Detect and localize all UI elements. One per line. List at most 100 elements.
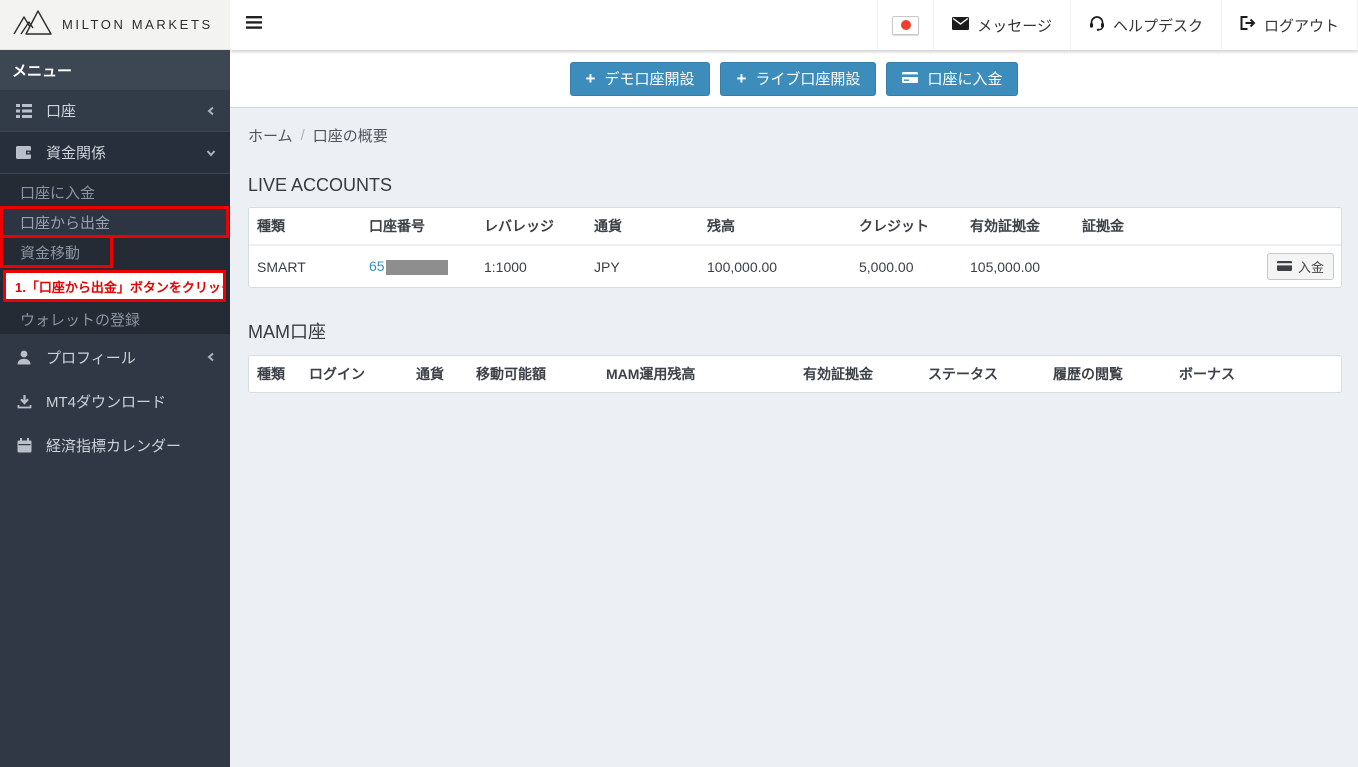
column-header: 通貨 bbox=[408, 356, 468, 392]
messages-menu[interactable]: メッセージ bbox=[933, 0, 1070, 50]
column-header-actions bbox=[1189, 208, 1341, 245]
column-header: 通貨 bbox=[586, 208, 699, 245]
language-selector[interactable] bbox=[877, 0, 933, 50]
plus-icon: + bbox=[586, 70, 596, 87]
sidebar-item-label: プロフィール bbox=[46, 347, 193, 368]
submenu-item-wallet-registration[interactable]: ウォレットの登録 bbox=[0, 304, 230, 334]
account-number-link[interactable]: 65 bbox=[369, 258, 385, 274]
column-header: 移動可能額 bbox=[468, 356, 598, 392]
cell-leverage: 1:1000 bbox=[476, 245, 586, 287]
cell-account-type: SMART bbox=[249, 245, 361, 287]
chevron-left-icon bbox=[206, 352, 216, 362]
user-icon bbox=[15, 350, 33, 365]
deposit-to-account-button[interactable]: 口座に入金 bbox=[886, 62, 1018, 96]
sidebar-menu-title: メニュー bbox=[0, 50, 230, 90]
column-header: 有効証拠金 bbox=[962, 208, 1074, 245]
submenu-item-transfer[interactable]: 資金移動 bbox=[0, 237, 230, 267]
sidebar-item-funds[interactable]: 資金関係 bbox=[0, 132, 230, 174]
column-header: レバレッジ bbox=[476, 208, 586, 245]
button-label: ライブ口座開設 bbox=[755, 68, 860, 89]
cell-currency: JPY bbox=[586, 245, 699, 287]
brand-logo[interactable]: MILTON MARKETS bbox=[0, 0, 230, 50]
button-label: デモ口座開設 bbox=[604, 68, 694, 89]
column-header: 有効証拠金 bbox=[795, 356, 920, 392]
instruction-annotation: 1.「口座から出金」ボタンをクリック bbox=[3, 270, 226, 302]
cell-actions: 入金 bbox=[1189, 245, 1341, 287]
open-demo-account-button[interactable]: + デモ口座開設 bbox=[570, 62, 711, 96]
sidebar: MILTON MARKETS メニュー 口座 資金関係 bbox=[0, 0, 230, 767]
sidebar-item-label: 口座 bbox=[46, 100, 193, 121]
chevron-left-icon bbox=[206, 106, 216, 116]
redaction-block bbox=[386, 260, 448, 275]
sidebar-item-label: MT4ダウンロード bbox=[46, 391, 216, 412]
mountains-logo-icon bbox=[13, 9, 53, 40]
chevron-down-icon bbox=[206, 148, 216, 158]
messages-label: メッセージ bbox=[977, 15, 1052, 36]
logout-label: ログアウト bbox=[1264, 15, 1339, 36]
sidebar-item-accounts[interactable]: 口座 bbox=[0, 90, 230, 132]
column-header: ステータス bbox=[920, 356, 1045, 392]
mam-accounts-panel: 種類 ログイン 通貨 移動可能額 MAM運用残高 有効証拠金 ステータス 履歴の… bbox=[248, 355, 1342, 393]
column-header: 履歴の閲覧 bbox=[1045, 356, 1171, 392]
column-header: 口座番号 bbox=[361, 208, 476, 245]
sidebar-item-label: 経済指標カレンダー bbox=[46, 435, 216, 456]
column-header: 残高 bbox=[699, 208, 851, 245]
column-header: 種類 bbox=[249, 356, 301, 392]
credit-card-icon bbox=[1277, 259, 1292, 274]
button-label: 口座に入金 bbox=[927, 68, 1002, 89]
wallet-icon bbox=[15, 146, 33, 159]
logout-menu[interactable]: ログアウト bbox=[1221, 0, 1358, 50]
cell-equity: 105,000.00 bbox=[962, 245, 1074, 287]
cell-balance: 100,000.00 bbox=[699, 245, 851, 287]
sidebar-item-economic-calendar[interactable]: 経済指標カレンダー bbox=[0, 423, 230, 467]
column-header: ログイン bbox=[301, 356, 408, 392]
cell-account-number: 65 bbox=[361, 245, 476, 287]
live-accounts-table: 種類 口座番号 レバレッジ 通貨 残高 クレジット 有効証拠金 証拠金 SMAR… bbox=[249, 208, 1341, 287]
content-area: ホーム / 口座の概要 LIVE ACCOUNTS 種類 口座番号 レバレッジ … bbox=[230, 108, 1358, 393]
helpdesk-label: ヘルプデスク bbox=[1113, 15, 1203, 36]
column-header: ボーナス bbox=[1171, 356, 1341, 392]
sidebar-item-mt4-download[interactable]: MT4ダウンロード bbox=[0, 379, 230, 423]
list-icon bbox=[15, 104, 33, 118]
submenu-item-deposit[interactable]: 口座に入金 bbox=[0, 177, 230, 207]
breadcrumb: ホーム / 口座の概要 bbox=[248, 125, 1342, 146]
table-header-row: 種類 口座番号 レバレッジ 通貨 残高 クレジット 有効証拠金 証拠金 bbox=[249, 208, 1341, 245]
row-deposit-button[interactable]: 入金 bbox=[1267, 253, 1334, 280]
column-header: MAM運用残高 bbox=[598, 356, 795, 392]
column-header: 種類 bbox=[249, 208, 361, 245]
cell-margin bbox=[1074, 245, 1189, 287]
funds-submenu: 口座に入金 口座から出金 資金移動 ウォレットの登録 bbox=[0, 174, 230, 334]
button-label: 入金 bbox=[1298, 257, 1324, 276]
japan-flag-icon bbox=[892, 16, 919, 35]
hamburger-icon bbox=[246, 16, 262, 34]
calendar-icon bbox=[15, 438, 33, 453]
breadcrumb-current: 口座の概要 bbox=[313, 125, 388, 146]
main-area: メッセージ ヘルプデスク bbox=[230, 0, 1358, 767]
table-header-row: 種類 ログイン 通貨 移動可能額 MAM運用残高 有効証拠金 ステータス 履歴の… bbox=[249, 356, 1341, 392]
table-row: SMART 65 1:1000 JPY 100,000.00 5,000.00 … bbox=[249, 245, 1341, 287]
column-header: クレジット bbox=[851, 208, 962, 245]
account-action-bar: + デモ口座開設 + ライブ口座開設 口座に入金 bbox=[230, 50, 1358, 108]
breadcrumb-home-link[interactable]: ホーム bbox=[248, 125, 293, 146]
sidebar-item-label: 資金関係 bbox=[46, 142, 193, 163]
cell-credit: 5,000.00 bbox=[851, 245, 962, 287]
open-live-account-button[interactable]: + ライブ口座開設 bbox=[720, 62, 876, 96]
sidebar-toggle-button[interactable] bbox=[230, 0, 278, 50]
column-header: 証拠金 bbox=[1074, 208, 1189, 245]
headset-icon bbox=[1089, 15, 1105, 35]
submenu-item-withdraw[interactable]: 口座から出金 bbox=[0, 207, 230, 237]
sidebar-item-profile[interactable]: プロフィール bbox=[0, 335, 230, 379]
breadcrumb-separator: / bbox=[301, 127, 305, 144]
helpdesk-menu[interactable]: ヘルプデスク bbox=[1070, 0, 1221, 50]
plus-icon: + bbox=[736, 70, 746, 87]
logout-icon bbox=[1240, 16, 1256, 34]
credit-card-icon bbox=[902, 70, 918, 87]
live-accounts-panel: 種類 口座番号 レバレッジ 通貨 残高 クレジット 有効証拠金 証拠金 SMAR… bbox=[248, 207, 1342, 288]
download-icon bbox=[15, 394, 33, 409]
brand-name: MILTON MARKETS bbox=[62, 17, 213, 32]
envelope-icon bbox=[952, 17, 969, 34]
top-navbar: メッセージ ヘルプデスク bbox=[230, 0, 1358, 50]
mam-accounts-table: 種類 ログイン 通貨 移動可能額 MAM運用残高 有効証拠金 ステータス 履歴の… bbox=[249, 356, 1341, 392]
live-accounts-title: LIVE ACCOUNTS bbox=[248, 175, 1342, 196]
mam-accounts-title: MAM口座 bbox=[248, 318, 1342, 344]
